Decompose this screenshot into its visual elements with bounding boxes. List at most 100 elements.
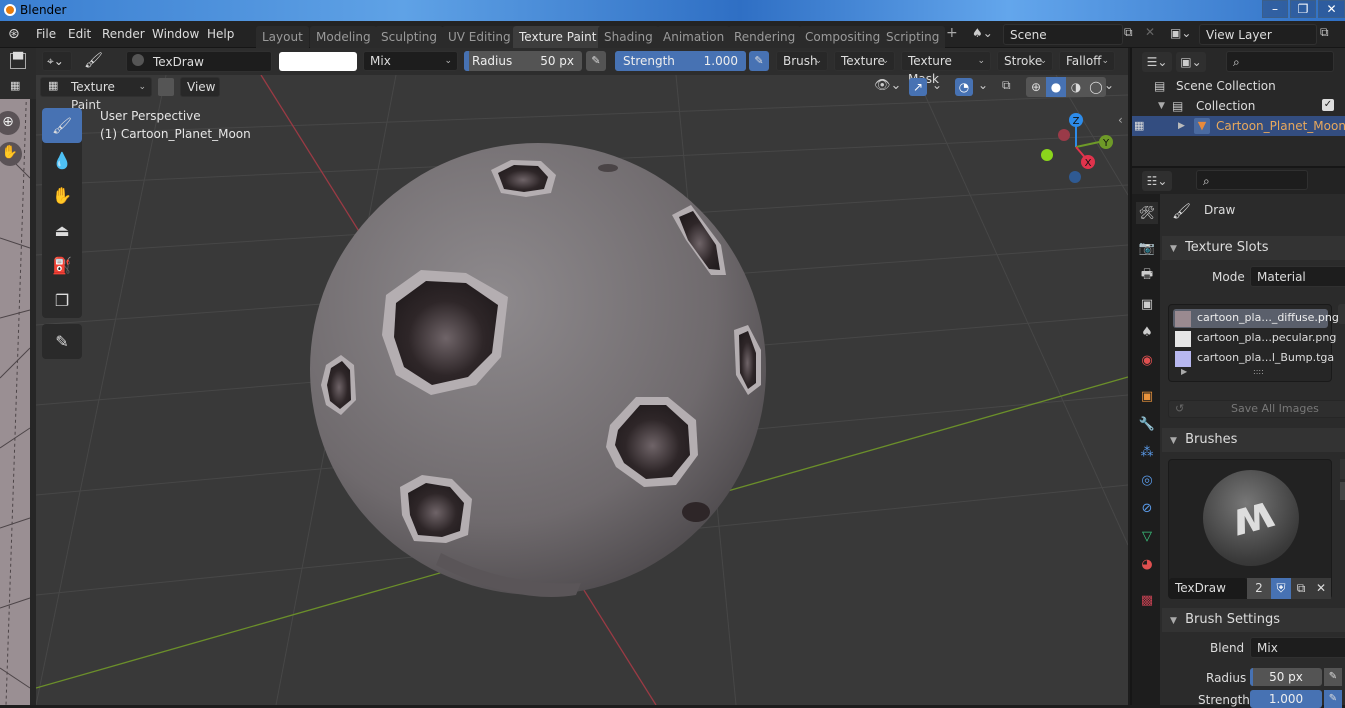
tool-draw[interactable]: 🖌 (42, 108, 82, 143)
xray-toggle-icon[interactable]: ⧉ (1002, 78, 1011, 93)
brush-image-toggle[interactable] (1340, 482, 1345, 500)
radius-slider[interactable]: 50 px (1250, 668, 1322, 686)
fake-user-shield-icon[interactable]: ⛨ (1271, 578, 1291, 599)
texture-slot-item[interactable]: cartoon_pla...pecular.png (1175, 329, 1336, 348)
collection-checkbox[interactable]: ✓ (1322, 99, 1334, 111)
moon-object[interactable] (310, 143, 766, 597)
falloff-dropdown[interactable]: Falloff ⌄ (1059, 51, 1115, 71)
tab-scripting[interactable]: Scripting (880, 26, 946, 48)
duplicate-brush-icon[interactable]: ⧉ (1291, 578, 1311, 599)
strength-slider[interactable]: Strength 1.000 (615, 51, 746, 71)
properties-editor-type-icon[interactable]: ☷⌄ (1142, 171, 1172, 191)
menu-render[interactable]: Render (102, 27, 145, 41)
outliner-display-mode-icon[interactable]: ☰⌄ (1142, 52, 1172, 72)
view-layer-field[interactable]: View Layer (1199, 24, 1317, 45)
texture-paint-mode-icon[interactable]: ▦ (10, 79, 20, 92)
outliner-filter-icon[interactable]: ▣⌄ (1176, 52, 1206, 72)
tab-sculpting[interactable]: Sculpting (375, 26, 444, 48)
tab-object[interactable]: ▣ (1136, 385, 1158, 407)
new-view-layer-icon[interactable]: ⧉ (1320, 25, 1329, 40)
scene-field[interactable]: Scene (1003, 24, 1123, 45)
brush-settings-panel-header[interactable]: ▼ Brush Settings (1162, 608, 1345, 632)
tool-smear[interactable]: ✋ (42, 178, 82, 213)
strength-slider[interactable]: 1.000 (1250, 690, 1322, 708)
new-scene-icon[interactable]: ⧉ (1124, 25, 1133, 40)
tab-material[interactable]: ◕ (1136, 553, 1158, 575)
texture-mask-dropdown[interactable]: Texture Mask⌄ (901, 51, 991, 86)
tab-tool[interactable]: 🛠 (1136, 202, 1158, 224)
delete-scene-icon[interactable]: ✕ (1145, 25, 1155, 39)
solid-shading-icon[interactable]: ● (1046, 77, 1066, 97)
list-resize-handle[interactable]: :::: (1253, 367, 1264, 376)
radius-slider[interactable]: Radius 50 px (464, 51, 582, 71)
texture-slots-panel-header[interactable]: ▼ Texture Slots (1162, 236, 1345, 260)
tab-uv-editing[interactable]: UV Editing (442, 26, 517, 48)
tab-particles[interactable]: ⁂ (1136, 441, 1158, 463)
tab-rendering[interactable]: Rendering (728, 26, 802, 48)
chevron-down-icon[interactable]: ⌄ (932, 78, 942, 92)
strength-pressure-icon[interactable]: ✎ (749, 51, 769, 71)
menu-help[interactable]: Help (207, 27, 234, 41)
radius-pressure-icon[interactable]: ✎ (1324, 668, 1342, 686)
tab-texture[interactable]: ▩ (1136, 589, 1158, 611)
tab-texture-paint[interactable]: Texture Paint (513, 26, 603, 48)
tab-shading[interactable]: Shading (598, 26, 659, 48)
gizmo-neg-x[interactable] (1058, 129, 1070, 141)
tool-annotate[interactable]: ✎ (42, 324, 82, 359)
3d-viewport[interactable]: User Perspective (1) Cartoon_Planet_Moon… (36, 75, 1128, 705)
view-menu[interactable]: View (180, 77, 220, 97)
tool-clone[interactable]: ⏏ (42, 213, 82, 248)
tab-output[interactable]: 🖶 (1136, 265, 1158, 287)
tab-scene[interactable]: ♠ (1136, 321, 1158, 343)
properties-search-input[interactable]: ⌕ (1196, 170, 1308, 190)
tool-soften[interactable]: 💧 (42, 143, 82, 178)
brush-name-field[interactable]: TexDraw (126, 51, 272, 72)
tab-world[interactable]: ◉ (1136, 349, 1158, 371)
chevron-down-icon[interactable]: ⌄ (978, 78, 988, 92)
material-shading-icon[interactable]: ◑ (1066, 77, 1086, 97)
tab-view-layer[interactable]: ▣ (1136, 293, 1158, 315)
close-button[interactable]: ✕ (1318, 0, 1345, 18)
brush-users-count[interactable]: 2 (1247, 578, 1271, 599)
gizmo-toggle-icon[interactable]: ↗ (909, 78, 927, 96)
blender-menu-icon[interactable]: ⊛ (8, 26, 20, 42)
radius-pressure-icon[interactable]: ✎ (586, 51, 606, 71)
navigation-gizmo[interactable]: Z Y X (1032, 109, 1122, 199)
add-workspace-button[interactable]: + (946, 25, 958, 41)
visibility-icon[interactable]: 👁⌄ (874, 78, 901, 93)
menu-edit[interactable]: Edit (68, 27, 91, 41)
menu-file[interactable]: File (36, 27, 56, 41)
shading-options-chevron-icon[interactable]: ⌄ (1104, 78, 1114, 92)
blend-mode-dropdown[interactable]: Mix ⌄ (363, 51, 458, 71)
wireframe-shading-icon[interactable]: ⊕ (1026, 77, 1046, 97)
tab-modifiers[interactable]: 🔧 (1136, 413, 1158, 435)
brush-preview[interactable]: ʍ TexDraw 2 ⛨ ⧉ ✕ (1168, 459, 1332, 599)
tab-animation[interactable]: Animation (657, 26, 731, 48)
outliner-collection[interactable]: ▼ ▤ Collection ✓ (1132, 96, 1345, 116)
restore-button[interactable]: ❐ (1290, 0, 1316, 18)
tab-modeling[interactable]: Modeling (310, 26, 377, 48)
overlay-toggle-icon[interactable]: ◔ (955, 78, 973, 96)
sidebar-toggle-icon[interactable]: ‹ (1118, 113, 1123, 127)
tool-options-button[interactable]: ⌖⌄ (42, 51, 72, 71)
tab-data[interactable]: ▽ (1136, 525, 1158, 547)
tool-fill[interactable]: ⛽ (42, 248, 82, 283)
tool-mask[interactable]: ❐ (42, 283, 82, 318)
unlink-brush-icon[interactable]: ✕ (1311, 578, 1331, 599)
outliner-object-row[interactable]: ▦ ▶ ▼ Cartoon_Planet_Moon (1132, 116, 1345, 136)
strength-pressure-icon[interactable]: ✎ (1324, 690, 1342, 708)
tab-render[interactable]: 📷 (1136, 237, 1158, 259)
outliner-scene-collection[interactable]: ▤ Scene Collection (1132, 76, 1345, 96)
tab-physics[interactable]: ◎ (1136, 469, 1158, 491)
editor-type-icon[interactable]: ▀ (10, 53, 26, 69)
tab-constraints[interactable]: ⊘ (1136, 497, 1158, 519)
menu-window[interactable]: Window (152, 27, 199, 41)
brushes-panel-header[interactable]: ▼ Brushes (1162, 428, 1345, 452)
gizmo-neg-y[interactable] (1041, 149, 1053, 161)
brush-list-dropdown[interactable] (1340, 459, 1345, 479)
slot-side-button[interactable] (1338, 304, 1345, 324)
brush-dropdown[interactable]: Brush ⌄ (776, 51, 828, 71)
blend-dropdown[interactable]: Mix (1250, 637, 1345, 658)
texture-slots-mode-dropdown[interactable]: Material (1250, 266, 1345, 287)
rendered-shading-icon[interactable]: ◯ (1086, 77, 1106, 97)
